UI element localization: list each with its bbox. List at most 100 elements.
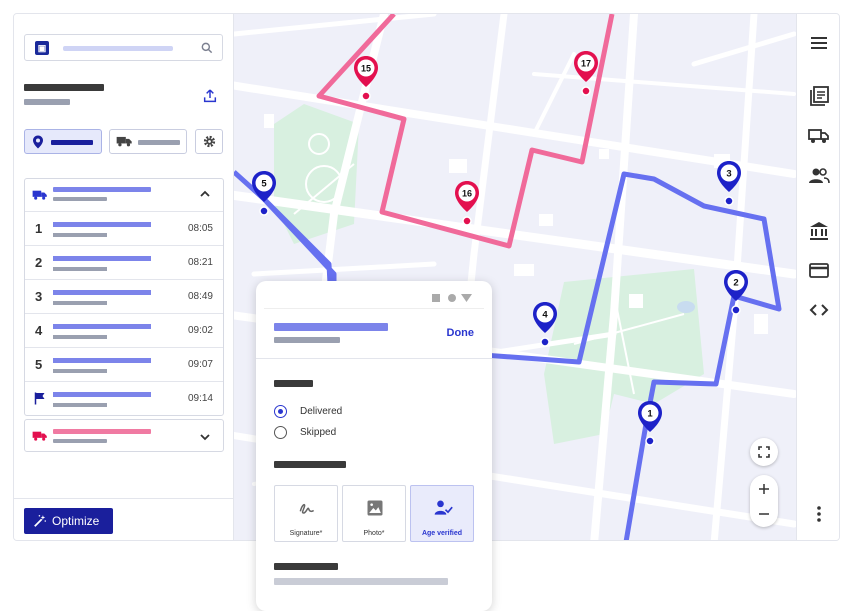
stop-name	[53, 358, 151, 363]
route-end-row[interactable]: 09:14	[25, 381, 223, 415]
plans-icon[interactable]	[808, 85, 830, 107]
search-bar[interactable]: ▣	[24, 34, 223, 61]
stop-number: 1	[35, 221, 43, 236]
fullscreen-icon	[758, 446, 770, 458]
zoom-controls	[750, 475, 778, 527]
export-icon[interactable]	[202, 88, 218, 104]
proof-heading	[274, 461, 346, 468]
drivers-icon[interactable]	[808, 165, 830, 187]
stop-row[interactable]: 5 09:07	[25, 347, 223, 381]
stop-time: 08:21	[187, 257, 213, 268]
marker-label: 16	[462, 189, 472, 199]
route-marker-3[interactable]: 3	[716, 160, 742, 208]
age-verified-icon	[434, 500, 453, 515]
stop-number: 2	[35, 255, 43, 270]
route-header-blue[interactable]	[25, 179, 223, 211]
route-marker-17[interactable]: 17	[573, 50, 599, 98]
tab-vehicles[interactable]	[109, 129, 187, 154]
mobile-stop-detail: Done Delivered Skipped Signature* Photo*…	[256, 281, 492, 611]
route-detail-pink	[53, 439, 107, 443]
route-card-pink[interactable]	[24, 419, 224, 452]
stop-address	[53, 335, 107, 339]
stop-name	[53, 290, 151, 295]
delivered-radio[interactable]	[274, 405, 287, 418]
signature-label: Signature*	[289, 530, 323, 537]
plan-title	[24, 84, 104, 91]
truck-icon	[32, 190, 47, 200]
status-heading	[274, 380, 313, 387]
end-name	[53, 392, 151, 397]
tab-stops[interactable]	[24, 129, 102, 154]
credit-card-icon[interactable]	[808, 259, 830, 281]
optimize-label: Optimize	[52, 514, 100, 528]
more-vertical-icon[interactable]	[808, 503, 830, 525]
stop-name	[53, 324, 151, 329]
stop-address	[53, 267, 107, 271]
route-name-blue	[53, 187, 151, 192]
stop-name	[53, 222, 151, 227]
stop-list: 1 08:05 2 08:21 3 08:49 4 09:02 5 09:07 09:14	[25, 211, 223, 415]
vehicles-icon[interactable]	[808, 125, 830, 147]
status-bar-icons	[432, 294, 472, 302]
notes-heading	[274, 563, 338, 570]
photo-icon	[367, 500, 383, 516]
stop-number: 3	[35, 289, 43, 304]
chevron-down-icon[interactable]	[199, 432, 211, 442]
plan-subtitle	[24, 99, 70, 105]
stop-time: 09:02	[187, 325, 213, 336]
stop-row[interactable]: 4 09:02	[25, 313, 223, 347]
photo-option[interactable]: Photo*	[342, 485, 406, 542]
stop-row[interactable]: 1 08:05	[25, 211, 223, 245]
photo-label: Photo*	[363, 530, 385, 537]
route-marker-5[interactable]: 5	[251, 170, 277, 218]
stop-address	[53, 369, 107, 373]
age-verified-option[interactable]: Age verified	[410, 485, 474, 542]
tab-stops-label	[51, 140, 93, 145]
menu-icon[interactable]	[808, 32, 830, 54]
optimize-button[interactable]: Optimize	[24, 508, 113, 534]
stop-address	[53, 233, 107, 237]
signature-icon	[299, 503, 315, 514]
stop-time: 09:14	[187, 393, 213, 404]
location-pin-icon	[33, 135, 43, 149]
route-marker-1[interactable]: 1	[637, 400, 663, 448]
route-marker-16[interactable]: 16	[454, 180, 480, 228]
route-marker-4[interactable]: 4	[532, 301, 558, 349]
sidebar-footer: Optimize	[14, 498, 234, 540]
stop-row[interactable]: 2 08:21	[25, 245, 223, 279]
stop-time: 08:49	[187, 291, 213, 302]
bank-icon[interactable]	[808, 220, 830, 242]
settings-button[interactable]	[195, 129, 223, 154]
route-marker-2[interactable]: 2	[723, 269, 749, 317]
stop-title	[274, 323, 388, 331]
marker-label: 2	[733, 278, 738, 289]
chevron-up-icon[interactable]	[199, 189, 211, 199]
search-icon[interactable]	[200, 41, 214, 55]
zoom-out-button[interactable]	[750, 501, 778, 527]
stop-time: 09:07	[187, 359, 213, 370]
app-logo-icon: ▣	[35, 41, 49, 55]
done-button[interactable]: Done	[447, 327, 475, 339]
skipped-radio[interactable]	[274, 426, 287, 439]
stop-address	[274, 337, 340, 343]
delivered-label: Delivered	[300, 406, 343, 417]
zoom-in-button[interactable]	[750, 475, 778, 501]
stop-number: 4	[35, 323, 43, 338]
plus-icon	[759, 484, 769, 494]
code-icon[interactable]	[808, 299, 830, 321]
status-bar-divider	[264, 308, 484, 309]
fullscreen-button[interactable]	[750, 438, 778, 466]
marker-label: 17	[581, 59, 591, 69]
route-marker-15[interactable]: 15	[353, 55, 379, 103]
magic-wand-icon	[34, 514, 47, 527]
truck-icon	[116, 136, 132, 147]
stop-row[interactable]: 3 08:49	[25, 279, 223, 313]
route-detail-blue	[53, 197, 107, 201]
park-area	[544, 269, 704, 444]
marker-label: 5	[261, 179, 267, 190]
route-name-pink	[53, 429, 151, 434]
flag-icon	[34, 392, 45, 405]
gear-icon	[203, 135, 216, 148]
signature-option[interactable]: Signature*	[274, 485, 338, 542]
notes-text	[274, 578, 448, 585]
